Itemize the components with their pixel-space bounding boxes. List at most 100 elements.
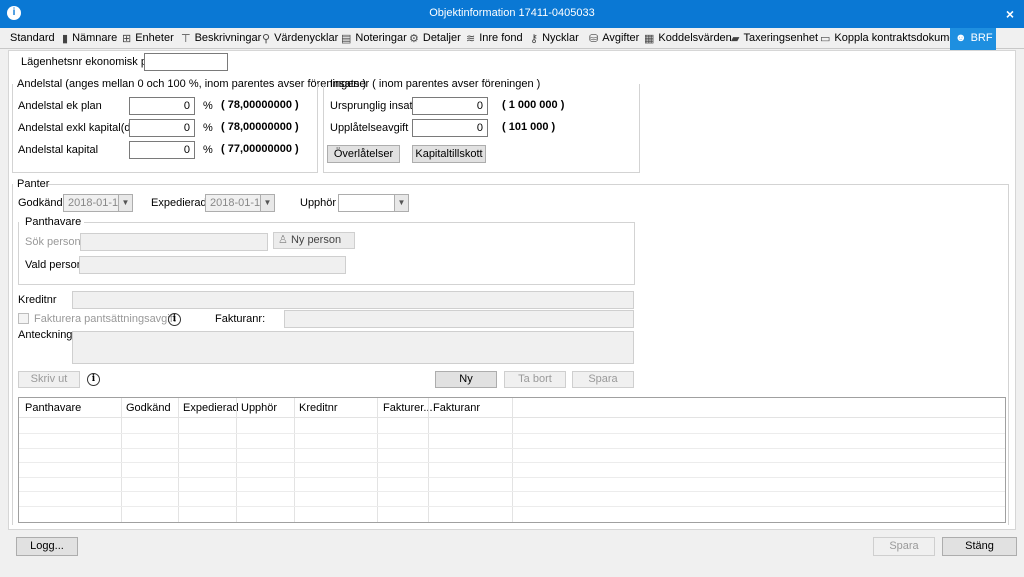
spara-button[interactable]: Spara [873,537,935,556]
andelstal-kapital-input[interactable]: 0 [129,141,195,159]
tab-label: Nycklar [542,32,579,44]
col-fakturanr[interactable]: Fakturanr [433,402,480,414]
expedierad-date-picker[interactable]: 2018-01-17 ▼ [205,194,275,212]
fakturera-label: Fakturera pantsättningsavgift [34,313,176,325]
fakturera-checkbox[interactable] [18,313,29,324]
upphor-date-picker[interactable]: ▼ [338,194,409,212]
tab-label: Taxeringsenhet [743,32,819,44]
window-title: Objektinformation 17411-0405033 [429,7,595,19]
andelstal-drift-input[interactable]: 0 [129,119,195,137]
col-godkand[interactable]: Godkänd [126,402,171,414]
tab-vardenycklar[interactable]: ⚲ Värdenycklar [262,28,338,49]
table-icon: ▦ [644,33,655,45]
title-bar: i Objektinformation 17411-0405033 × [0,0,1024,28]
vald-person-field [79,256,346,274]
andelstal-ek-plan-input[interactable]: 0 [129,97,195,115]
insatser-legend: Insatser ( inom parentes avser föreninge… [330,78,541,90]
kapitaltillskott-button[interactable]: Kapitaltillskott [412,145,486,163]
people-icon: ☻ [955,32,967,44]
spara-panter-button[interactable]: Spara [572,371,634,388]
col-fakturera[interactable]: Fakturer... [383,402,433,414]
tab-inre-fond[interactable]: ≋ Inre fond [466,28,523,49]
col-expedierad[interactable]: Expedierad [183,402,239,414]
tab-namnare[interactable]: ▮ Nämnare [62,28,117,49]
describe-icon: ⊤ [181,33,191,45]
sok-person-input[interactable] [80,233,268,251]
tab-label: Beskrivningar [194,32,262,44]
panter-legend: Panter [17,178,50,190]
anteckning-label: Anteckning [18,329,73,341]
tab-label: Noteringar [355,32,407,44]
tab-standard[interactable]: Standard [10,28,55,49]
andelstal-ek-plan-label: Andelstal ek plan [18,100,102,112]
money-bag-icon: ⛁ [589,33,599,45]
col-kreditnr[interactable]: Kreditnr [299,402,338,414]
info-icon[interactable]: i [87,373,100,386]
andelstal-kapital-label: Andelstal kapital [18,144,99,156]
ny-button[interactable]: Ny [435,371,497,388]
tab-label: Nämnare [72,32,118,44]
tab-label: Koddelsvärden [658,32,732,44]
tab-koddelsvarden[interactable]: ▦ Koddelsvärden [644,28,732,49]
tab-label: Enheter [135,32,174,44]
godkand-value: 2018-01-17 [68,197,125,209]
panter-grid[interactable]: Panthavare Godkänd Expedierad Upphör Kre… [18,397,1006,523]
bottle-icon: ▮ [62,33,69,45]
tab-label: Värdenycklar [274,32,339,44]
andelstal-ek-plan-assoc: ( 78,00000000 ) [221,99,299,111]
ta-bort-button[interactable]: Ta bort [504,371,566,388]
stang-button[interactable]: Stäng [942,537,1017,556]
ursprunglig-insats-assoc: ( 1 000 000 ) [502,99,565,111]
godkand-date-picker[interactable]: 2018-01-17 ▼ [63,194,133,212]
upplatelseavgift-label: Upplåtelseavgift [330,122,409,134]
sok-person-label: Sök person: [25,236,84,248]
tab-enheter[interactable]: ⊞ Enheter [122,28,174,49]
anteckning-textarea[interactable] [72,331,634,364]
percent-unit: % [203,122,213,134]
tab-strip: Standard ▮ Nämnare ⊞ Enheter ⊤ Beskrivninga… [0,28,1024,50]
percent-unit: % [203,100,213,112]
tab-brf[interactable]: ☻ BRF [950,28,996,50]
tab-beskrivningar[interactable]: ⊤ Beskrivningar [181,28,261,49]
tab-label: BRF [970,32,993,44]
tab-label: Inre fond [479,32,523,44]
tab-taxeringsenhet[interactable]: ▰ Taxeringsenhet [731,28,818,49]
tab-avgifter[interactable]: ⛁ Avgifter [589,28,639,49]
units-icon: ⊞ [122,33,132,45]
ursprunglig-insats-label: Ursprunglig insats [330,100,419,112]
fund-icon: ≋ [466,33,476,45]
notes-icon: ▤ [341,33,352,45]
lgh-plan-label: Lägenhetsnr ekonomisk plan [21,56,162,68]
kreditnr-input[interactable] [72,291,634,309]
panthavare-legend: Panthavare [25,216,82,228]
tab-nycklar[interactable]: ⚷ Nycklar [530,28,579,49]
andelstal-legend: Andelstal (anges mellan 0 och 100 %, ino… [17,78,367,90]
upphor-label: Upphör [300,197,337,209]
ny-person-button[interactable]: ♙ Ny person [273,232,355,249]
info-icon[interactable]: i [168,313,181,326]
fakturanr-label: Fakturanr: [215,313,266,325]
upplatelseavgift-input[interactable]: 0 [412,119,488,137]
skriv-ut-button[interactable]: Skriv ut [18,371,80,388]
close-icon[interactable]: × [1006,6,1014,22]
tab-label: Detaljer [422,32,461,44]
lgh-plan-input[interactable] [144,53,228,71]
fakturanr-input[interactable] [284,310,634,328]
ursprunglig-insats-input[interactable]: 0 [412,97,488,115]
tab-label: Avgifter [602,32,640,44]
gears-icon: ⚙ [409,33,419,45]
books-icon: ▰ [731,33,740,45]
col-upphor[interactable]: Upphör [241,402,277,414]
tab-noteringar[interactable]: ▤ Noteringar [341,28,407,49]
add-person-icon: ♙ [278,234,288,246]
logg-button[interactable]: Logg... [16,537,78,556]
col-panthavare[interactable]: Panthavare [25,402,81,414]
tab-detaljer[interactable]: ⚙ Detaljer [409,28,461,49]
value-keys-icon: ⚲ [262,33,271,45]
vald-person-label: Vald person [25,259,83,271]
overlatelser-button[interactable]: Överlåtelser [327,145,400,163]
expedierad-label: Expedierad [151,197,207,209]
expedierad-value: 2018-01-17 [210,197,267,209]
key-icon: ⚷ [530,33,539,45]
tab-koppla-kontraktsdokument[interactable]: ▭ Koppla kontraktsdokument [820,28,965,49]
